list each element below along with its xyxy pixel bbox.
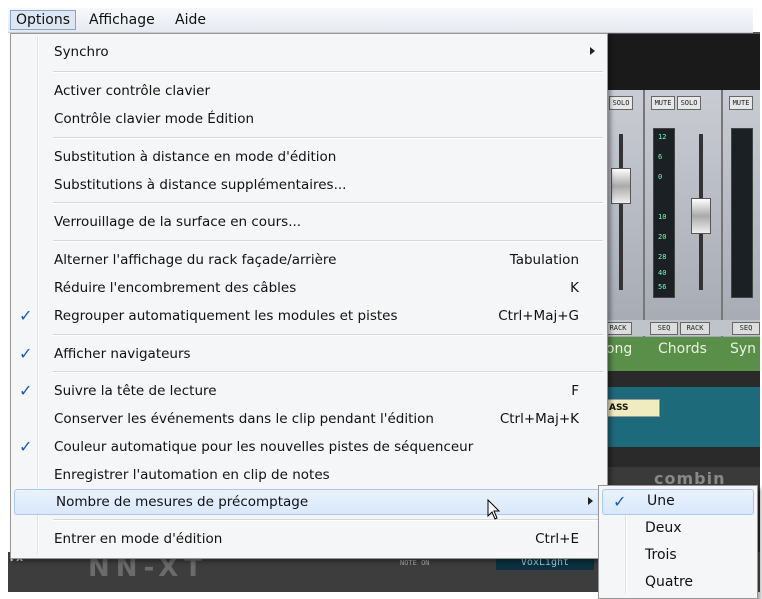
menu-item-label: Afficher navigateurs bbox=[54, 346, 191, 362]
menu-item-shortcut: Ctrl+Maj+K bbox=[499, 411, 579, 427]
checkmark-icon: ✓ bbox=[19, 306, 33, 325]
menu-item-afficher-navigateurs[interactable]: ✓ Afficher navigateurs bbox=[13, 342, 605, 366]
channel-labels-row: long Chords Syn bbox=[598, 337, 760, 371]
menu-item-substitutions-supplementaires[interactable]: Substitutions à distance supplémentaires… bbox=[13, 173, 605, 197]
meter-tick: 0 bbox=[658, 173, 663, 181]
menu-separator bbox=[53, 371, 603, 373]
rack-button[interactable]: RACK bbox=[604, 322, 632, 335]
mixer-panel: SOLO MUTE SOLO 12 6 0 10 20 28 40 56 MUT… bbox=[598, 90, 760, 340]
menu-item-label: Regrouper automatiquement les modules et… bbox=[54, 308, 398, 324]
fader-track bbox=[619, 134, 623, 290]
checkmark-icon: ✓ bbox=[613, 492, 627, 511]
menu-separator bbox=[53, 137, 603, 139]
menu-options[interactable]: Options bbox=[10, 10, 77, 30]
menu-item-label: Activer contrôle clavier bbox=[54, 83, 211, 99]
submenu-item-label: Quatre bbox=[645, 574, 694, 590]
menu-item-couleur-automatique[interactable]: ✓ Couleur automatique pour les nouvelles… bbox=[13, 435, 605, 459]
menu-item-shortcut: F bbox=[571, 383, 579, 399]
submenu-item-une[interactable]: ✓ Une bbox=[602, 489, 754, 515]
menu-item-alterner-affichage-rack[interactable]: Alterner l'affichage du rack façade/arri… bbox=[13, 248, 605, 272]
menu-item-label: Conserver les événements dans le clip pe… bbox=[54, 411, 434, 427]
menu-item-reduire-encombrement-cables[interactable]: Réduire l'encombrement des câbles K bbox=[13, 276, 605, 300]
options-dropdown-menu: Synchro Activer contrôle clavier Contrôl… bbox=[10, 33, 608, 559]
note-on-indicator: NOTE ON bbox=[400, 559, 430, 567]
menu-bar: Options Affichage Aide bbox=[8, 8, 753, 33]
rack-buttons-row: RACK SEQ RACK SEQ bbox=[598, 320, 760, 336]
menu-item-label: Enregistrer l'automation en clip de note… bbox=[54, 467, 330, 483]
menu-item-synchro[interactable]: Synchro bbox=[13, 40, 605, 64]
menu-separator bbox=[53, 240, 603, 242]
meter-tick: 28 bbox=[658, 253, 667, 261]
submenu-item-label: Trois bbox=[645, 547, 677, 563]
menu-item-label: Contrôle clavier mode Édition bbox=[54, 111, 255, 127]
seq-button[interactable]: SEQ bbox=[732, 322, 760, 335]
precount-submenu: ✓ Une Deux Trois Quatre bbox=[598, 485, 758, 599]
submenu-item-quatre[interactable]: Quatre bbox=[601, 571, 755, 595]
mixer-channel: MUTE SOLO 12 6 0 10 20 28 40 56 bbox=[644, 90, 722, 340]
meter-tick: 40 bbox=[658, 269, 667, 277]
menu-item-substitution-distance[interactable]: Substitution à distance en mode d'éditio… bbox=[13, 145, 605, 169]
level-meter bbox=[731, 128, 753, 298]
menu-item-controle-clavier-mode-edition[interactable]: Contrôle clavier mode Édition bbox=[13, 107, 605, 131]
menu-item-shortcut: Tabulation bbox=[509, 252, 579, 268]
sequencer-track-label: ASS bbox=[606, 399, 660, 417]
meter-tick: 6 bbox=[658, 153, 663, 161]
mixer-channel: MUTE bbox=[722, 90, 760, 340]
menu-item-conserver-evenements[interactable]: Conserver les événements dans le clip pe… bbox=[13, 407, 605, 431]
submenu-item-label: Deux bbox=[645, 520, 682, 536]
menu-affichage[interactable]: Affichage bbox=[84, 11, 160, 29]
submenu-item-label: Une bbox=[647, 493, 675, 509]
checkmark-icon: ✓ bbox=[19, 437, 33, 456]
menu-aide[interactable]: Aide bbox=[170, 11, 211, 29]
menu-separator bbox=[53, 71, 603, 73]
menu-item-label: Alterner l'affichage du rack façade/arri… bbox=[54, 252, 337, 268]
menu-item-suivre-tete-lecture[interactable]: ✓ Suivre la tête de lecture F bbox=[13, 379, 605, 403]
channel-label: Chords bbox=[658, 341, 707, 357]
mouse-pointer-icon bbox=[487, 499, 501, 520]
submenu-arrow-icon bbox=[590, 47, 595, 55]
menu-item-label: Suivre la tête de lecture bbox=[54, 383, 217, 399]
fader-handle[interactable] bbox=[611, 168, 631, 204]
menu-item-nombre-mesures-precomptage[interactable]: Nombre de mesures de précomptage bbox=[14, 489, 604, 515]
checkmark-icon: ✓ bbox=[19, 344, 33, 363]
menu-item-entrer-mode-edition[interactable]: Entrer en mode d'édition Ctrl+E bbox=[13, 527, 605, 551]
fader-handle[interactable] bbox=[691, 198, 711, 234]
menu-separator bbox=[53, 334, 603, 336]
menu-item-enregistrer-automation[interactable]: Enregistrer l'automation en clip de note… bbox=[13, 463, 605, 487]
mute-button[interactable]: MUTE bbox=[729, 96, 753, 110]
menu-item-shortcut: Ctrl+Maj+G bbox=[498, 308, 579, 324]
solo-button[interactable]: SOLO bbox=[677, 96, 701, 110]
menu-item-label: Entrer en mode d'édition bbox=[54, 531, 223, 547]
menu-item-verrouillage-surface[interactable]: Verrouillage de la surface en cours... bbox=[13, 210, 605, 234]
menu-separator bbox=[53, 519, 603, 521]
level-meter: 12 6 0 10 20 28 40 56 bbox=[653, 128, 675, 298]
meter-tick: 10 bbox=[658, 213, 667, 221]
menu-item-label: Nombre de mesures de précomptage bbox=[56, 494, 309, 510]
menu-item-activer-controle-clavier[interactable]: Activer contrôle clavier bbox=[13, 79, 605, 103]
app-top-strip bbox=[598, 32, 760, 92]
meter-tick: 20 bbox=[658, 233, 667, 241]
meter-tick: 56 bbox=[658, 283, 667, 291]
submenu-item-trois[interactable]: Trois bbox=[601, 544, 755, 568]
submenu-item-deux[interactable]: Deux bbox=[601, 517, 755, 541]
menu-item-label: Substitution à distance en mode d'éditio… bbox=[54, 149, 337, 165]
checkmark-icon: ✓ bbox=[19, 381, 33, 400]
menu-item-label: Verrouillage de la surface en cours... bbox=[54, 214, 302, 230]
menu-item-label: Substitutions à distance supplémentaires… bbox=[54, 177, 347, 193]
menu-item-shortcut: K bbox=[570, 280, 579, 296]
sequencer-strip: ASS bbox=[598, 387, 760, 447]
channel-label: Syn bbox=[730, 341, 757, 357]
mute-button[interactable]: MUTE bbox=[651, 96, 675, 110]
meter-tick: 12 bbox=[658, 133, 667, 141]
rack-button[interactable]: RACK bbox=[680, 322, 710, 335]
menu-item-label: Réduire l'encombrement des câbles bbox=[54, 280, 297, 296]
seq-button[interactable]: SEQ bbox=[650, 322, 678, 335]
solo-button[interactable]: SOLO bbox=[609, 96, 633, 110]
menu-item-label: Couleur automatique pour les nouvelles p… bbox=[54, 439, 474, 455]
menu-item-shortcut: Ctrl+E bbox=[535, 531, 579, 547]
menu-item-label: Synchro bbox=[54, 44, 109, 60]
submenu-arrow-icon bbox=[588, 497, 593, 505]
menu-item-regrouper-automatiquement[interactable]: ✓ Regrouper automatiquement les modules … bbox=[13, 304, 605, 328]
menu-separator bbox=[53, 202, 603, 204]
